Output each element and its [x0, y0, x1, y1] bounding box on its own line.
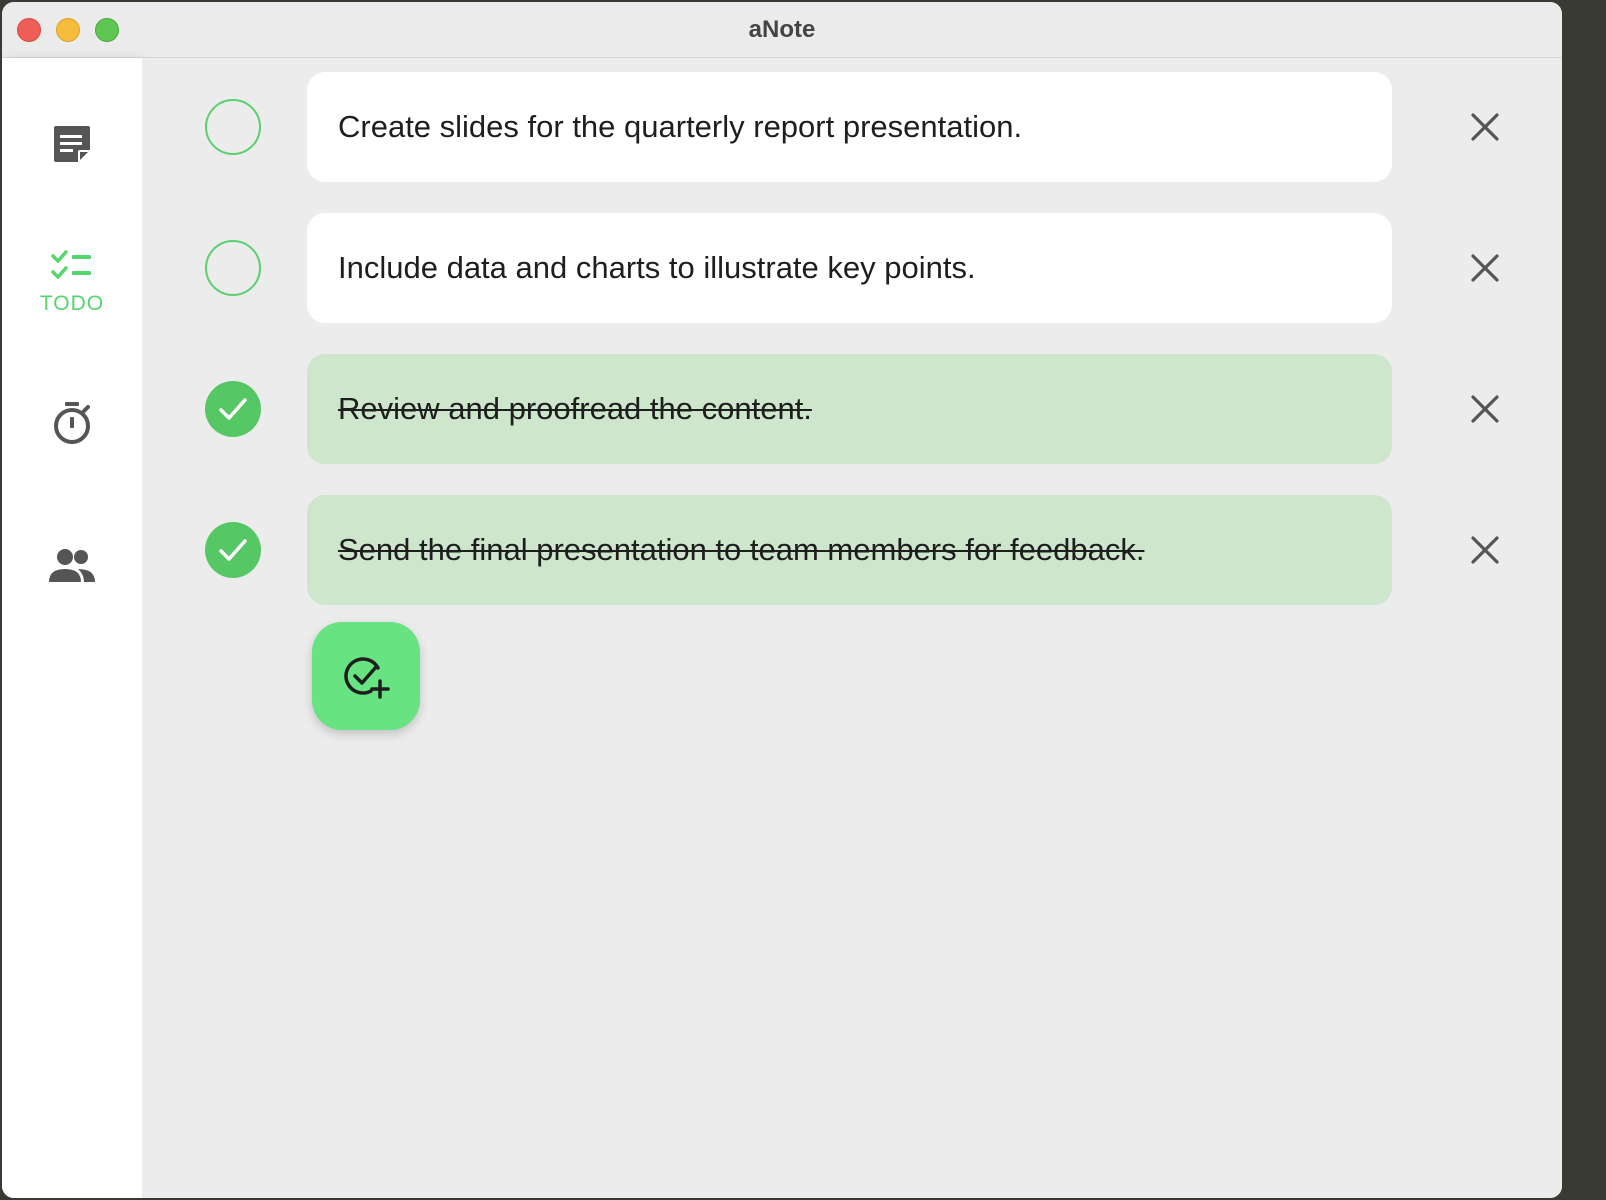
todo-item: Include data and charts to illustrate ke…: [142, 213, 1562, 323]
sidebar-item-people[interactable]: [2, 548, 142, 584]
checkmark-icon: [219, 398, 247, 420]
todo-text: Include data and charts to illustrate ke…: [338, 250, 976, 285]
todo-item: Create slides for the quarterly report p…: [142, 72, 1562, 182]
todo-item: Review and proofread the content.: [142, 354, 1562, 464]
close-icon[interactable]: [1470, 394, 1500, 424]
title-bar: aNote: [2, 2, 1562, 58]
sidebar-item-timer[interactable]: [2, 400, 142, 446]
close-icon[interactable]: [1470, 535, 1500, 565]
window-title: aNote: [748, 16, 816, 43]
todo-card[interactable]: Send the final presentation to team memb…: [307, 495, 1392, 605]
app-window: aNote TODO Create slides for the quarter…: [2, 2, 1562, 1198]
sidebar-item-label: TODO: [39, 292, 105, 315]
close-icon[interactable]: [1470, 253, 1500, 283]
todo-card[interactable]: Review and proofread the content.: [307, 354, 1392, 464]
todo-checkbox[interactable]: [205, 99, 261, 155]
stopwatch-icon: [54, 402, 90, 444]
checklist-icon: [51, 250, 91, 279]
todo-text: Send the final presentation to team memb…: [338, 532, 1145, 567]
sidebar: TODO: [2, 58, 142, 1198]
todo-card[interactable]: Create slides for the quarterly report p…: [307, 72, 1392, 182]
sidebar-item-notes[interactable]: [2, 124, 142, 164]
todo-list: Create slides for the quarterly report p…: [142, 58, 1562, 1198]
todo-checkbox[interactable]: [205, 240, 261, 296]
todo-checkbox[interactable]: [205, 381, 261, 437]
todo-text: Create slides for the quarterly report p…: [338, 109, 1023, 144]
todo-text: Review and proofread the content.: [338, 391, 812, 426]
people-icon: [49, 549, 95, 582]
sidebar-item-todo[interactable]: TODO: [2, 248, 142, 316]
note-icon: [54, 126, 90, 162]
close-icon[interactable]: [1470, 112, 1500, 142]
checkmark-icon: [219, 539, 247, 561]
todo-checkbox[interactable]: [205, 522, 261, 578]
todo-card[interactable]: Include data and charts to illustrate ke…: [307, 213, 1392, 323]
add-task-icon: [344, 657, 390, 699]
todo-item: Send the final presentation to team memb…: [142, 495, 1562, 605]
add-todo-button[interactable]: [312, 622, 420, 730]
